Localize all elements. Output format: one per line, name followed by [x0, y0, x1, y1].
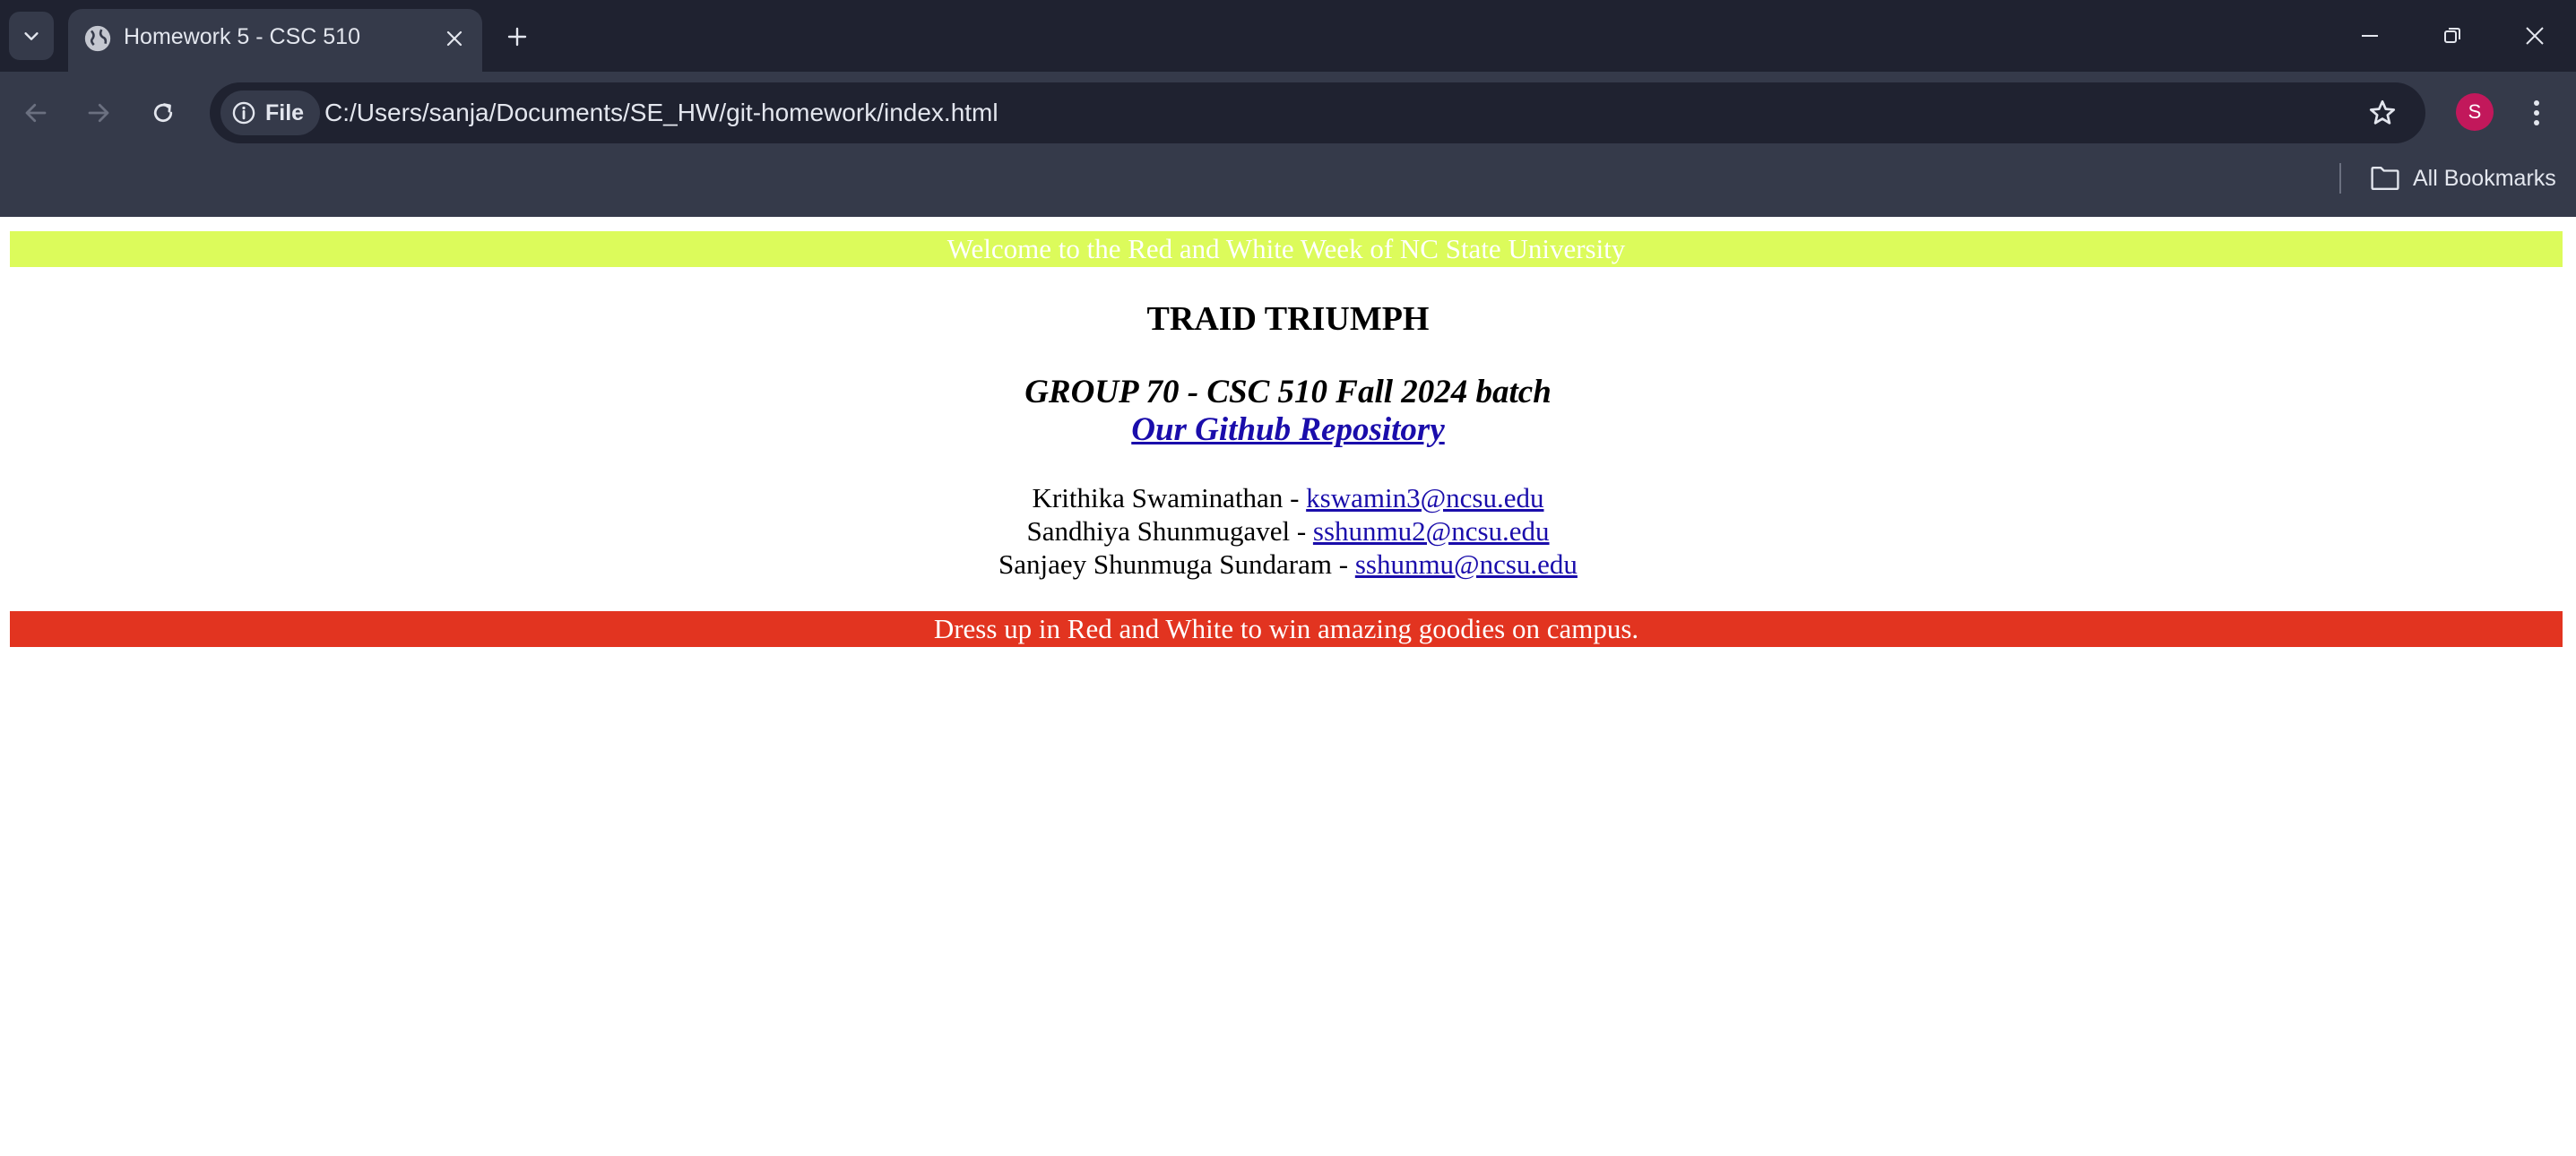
close-window-button[interactable] [2508, 13, 2562, 59]
minimize-button[interactable] [2343, 13, 2397, 59]
site-info-label: File [265, 99, 305, 125]
site-info-button[interactable]: File [220, 91, 321, 135]
group-subtitle: GROUP 70 - CSC 510 Fall 2024 batch [1024, 374, 1552, 410]
bookmarks-divider [2339, 163, 2341, 194]
folder-icon [2371, 167, 2399, 190]
member-name: Sandhiya Shunmugavel - [1026, 515, 1313, 547]
all-bookmarks-button[interactable]: All Bookmarks [2370, 160, 2556, 197]
restore-icon [2444, 28, 2460, 43]
profile-avatar[interactable]: S [2456, 93, 2494, 131]
page-content: Welcome to the Red and White Week of NC … [0, 217, 2576, 1156]
back-button[interactable] [16, 93, 56, 133]
url-text[interactable]: C:/Users/sanja/Documents/SE_HW/git-homew… [324, 99, 998, 127]
address-bar[interactable]: File C:/Users/sanja/Documents/SE_HW/git-… [210, 82, 2425, 143]
more-vertical-icon [2534, 100, 2539, 125]
globe-icon [84, 25, 111, 52]
tab-active[interactable]: Homework 5 - CSC 510 [68, 9, 482, 72]
info-icon [232, 101, 255, 125]
forward-button[interactable] [79, 93, 118, 133]
goodies-banner: Dress up in Red and White to win amazing… [10, 611, 2563, 647]
github-repository-link[interactable]: Our Github Repository [1131, 411, 1445, 448]
all-bookmarks-label: All Bookmarks [2413, 165, 2556, 191]
member-email-link[interactable]: kswamin3@ncsu.edu [1306, 482, 1543, 513]
page-title: TRAID TRIUMPH [1146, 300, 1430, 338]
member-email-link[interactable]: sshunmu2@ncsu.edu [1313, 515, 1550, 547]
repo-link-container: Our Github Repository [0, 410, 2576, 449]
member-email-link[interactable]: sshunmu@ncsu.edu [1355, 548, 1578, 580]
bookmark-star-button[interactable] [2364, 95, 2400, 131]
reload-icon [153, 103, 173, 123]
chevron-down-icon [24, 32, 39, 40]
tab-search-button[interactable] [9, 12, 54, 60]
new-tab-button[interactable] [498, 18, 536, 56]
tab-strip: Homework 5 - CSC 510 [0, 0, 2576, 72]
member-row: Krithika Swaminathan - kswamin3@ncsu.edu [0, 482, 2576, 514]
member-name: Sanjaey Shunmuga Sundaram - [998, 548, 1355, 580]
browser-chrome: Homework 5 - CSC 510 File C:/Users/sanja… [0, 0, 2576, 217]
welcome-banner: Welcome to the Red and White Week of NC … [10, 231, 2563, 267]
close-icon [446, 30, 462, 47]
star-icon [2369, 99, 2396, 125]
browser-menu-button[interactable] [2519, 91, 2554, 134]
reload-button[interactable] [143, 93, 183, 133]
restore-button[interactable] [2425, 13, 2479, 59]
tab-title: Homework 5 - CSC 510 [124, 24, 360, 49]
tab-close-button[interactable] [437, 22, 471, 56]
minimize-icon [2362, 35, 2378, 37]
arrow-right-icon [88, 103, 109, 123]
plus-icon [507, 27, 527, 47]
arrow-left-icon [25, 103, 47, 123]
bookmarks-bar: All Bookmarks [0, 151, 2576, 206]
member-name: Krithika Swaminathan - [1032, 482, 1307, 513]
member-row: Sanjaey Shunmuga Sundaram - sshunmu@ncsu… [0, 548, 2576, 581]
close-icon [2526, 27, 2544, 45]
member-row: Sandhiya Shunmugavel - sshunmu2@ncsu.edu [0, 515, 2576, 548]
